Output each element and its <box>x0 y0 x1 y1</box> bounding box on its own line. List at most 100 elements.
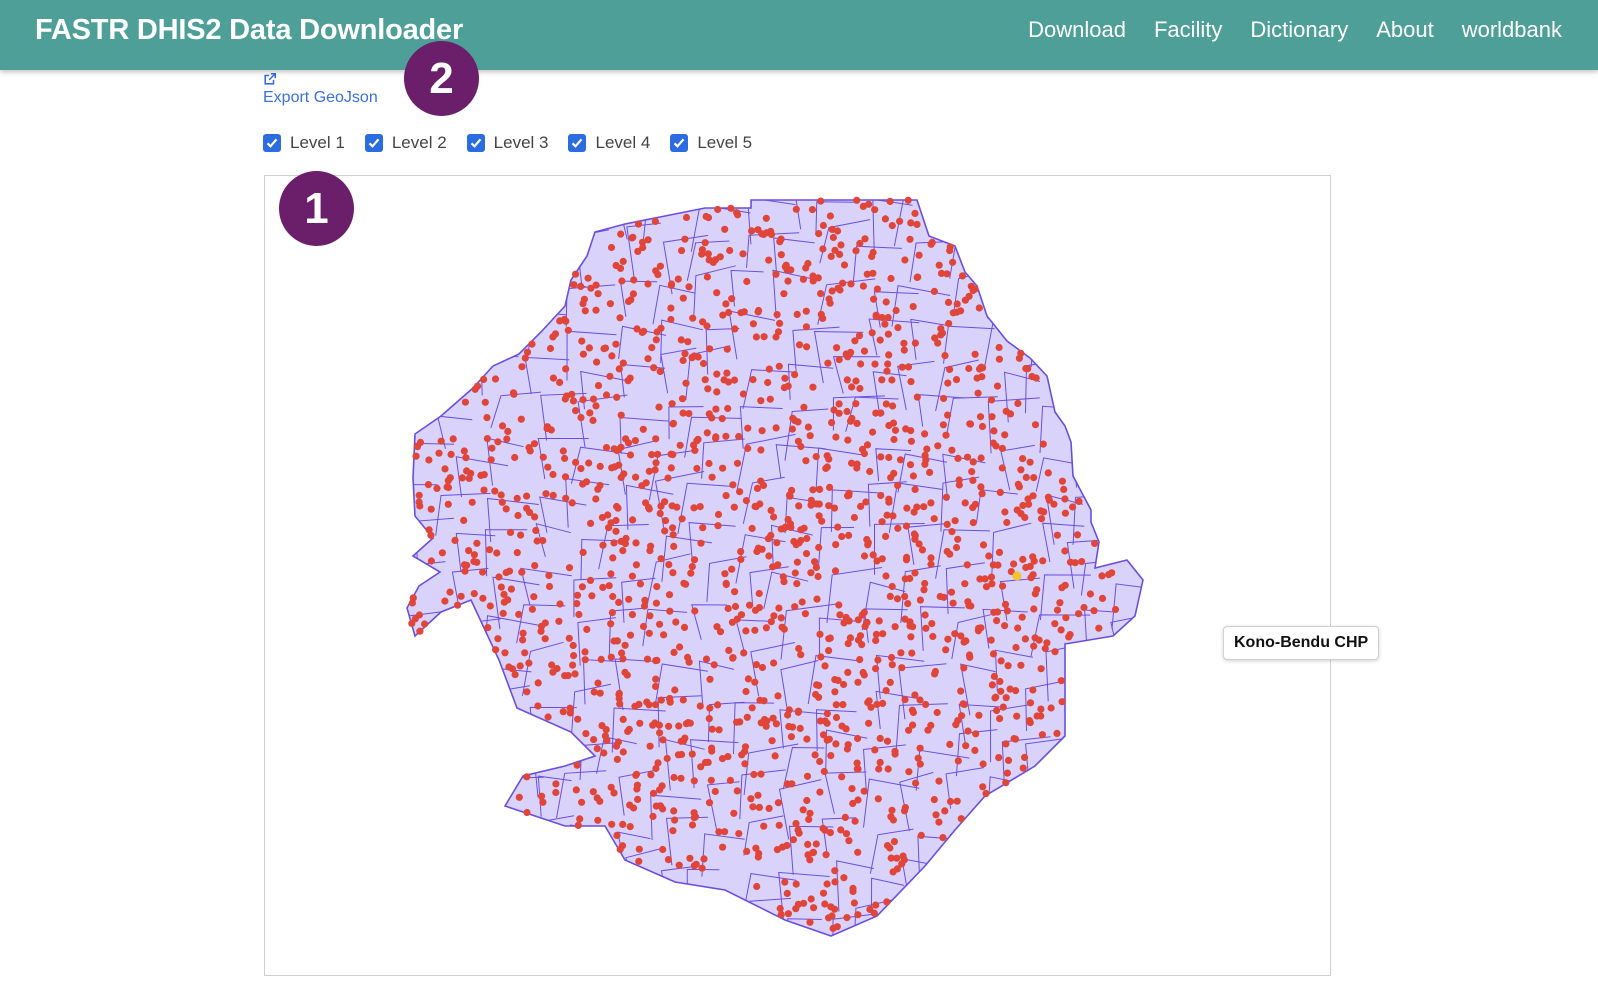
facility-point[interactable] <box>716 628 725 636</box>
facility-point[interactable] <box>451 536 459 544</box>
facility-point[interactable] <box>728 295 736 303</box>
facility-point[interactable] <box>883 737 892 745</box>
facility-point[interactable] <box>686 854 694 862</box>
facility-point[interactable] <box>909 708 918 717</box>
facility-point[interactable] <box>753 484 762 492</box>
facility-point[interactable] <box>618 842 627 850</box>
map-canvas[interactable] <box>265 176 1331 976</box>
facility-point[interactable] <box>708 747 716 755</box>
facility-point[interactable] <box>438 549 446 557</box>
facility-point[interactable] <box>705 459 713 468</box>
facility-point[interactable] <box>852 247 860 255</box>
facility-point[interactable] <box>639 425 647 433</box>
facility-point[interactable] <box>998 444 1007 452</box>
facility-point[interactable] <box>704 758 712 767</box>
facility-point[interactable] <box>491 487 499 495</box>
facility-point[interactable] <box>795 644 803 653</box>
facility-point[interactable] <box>570 652 578 660</box>
facility-point[interactable] <box>704 214 713 222</box>
facility-point[interactable] <box>801 610 810 618</box>
facility-point[interactable] <box>807 569 815 577</box>
facility-point[interactable] <box>999 582 1007 590</box>
facility-point[interactable] <box>1013 506 1021 514</box>
facility-point[interactable] <box>879 630 887 638</box>
facility-point[interactable] <box>713 388 721 396</box>
facility-point[interactable] <box>572 270 580 278</box>
facility-point[interactable] <box>772 333 780 341</box>
facility-point[interactable] <box>791 603 799 611</box>
facility-point[interactable] <box>1047 704 1055 712</box>
facility-point[interactable] <box>581 648 589 656</box>
facility-point[interactable] <box>792 541 800 549</box>
facility-point[interactable] <box>757 770 765 778</box>
facility-point[interactable] <box>953 797 961 805</box>
facility-point[interactable] <box>987 573 996 581</box>
facility-point[interactable] <box>901 696 909 704</box>
facility-point[interactable] <box>860 347 869 355</box>
facility-point[interactable] <box>993 617 1001 625</box>
facility-point[interactable] <box>776 319 784 327</box>
facility-point[interactable] <box>812 563 821 571</box>
facility-point[interactable] <box>907 219 915 227</box>
facility-point[interactable] <box>681 350 689 358</box>
facility-point[interactable] <box>921 430 929 438</box>
facility-point[interactable] <box>920 503 928 511</box>
facility-point[interactable] <box>1080 603 1088 612</box>
facility-point[interactable] <box>458 474 466 482</box>
facility-point[interactable] <box>885 453 893 462</box>
facility-point[interactable] <box>579 480 587 488</box>
facility-point[interactable] <box>910 508 918 516</box>
facility-point[interactable] <box>750 770 758 779</box>
facility-point[interactable] <box>706 704 714 712</box>
facility-point[interactable] <box>965 651 974 659</box>
facility-point[interactable] <box>806 856 814 864</box>
facility-point[interactable] <box>885 495 893 503</box>
facility-point[interactable] <box>1022 364 1030 373</box>
facility-point[interactable] <box>425 526 433 534</box>
facility-point[interactable] <box>865 200 873 208</box>
facility-point[interactable] <box>752 661 760 669</box>
facility-point[interactable] <box>825 647 833 655</box>
facility-point[interactable] <box>730 503 738 511</box>
facility-point[interactable] <box>957 815 965 823</box>
facility-point[interactable] <box>556 600 564 608</box>
facility-point[interactable] <box>787 523 795 531</box>
facility-point[interactable] <box>1029 571 1037 579</box>
facility-point[interactable] <box>886 844 894 852</box>
facility-point[interactable] <box>963 561 971 569</box>
checkbox-checked-icon[interactable] <box>263 134 281 152</box>
facility-point[interactable] <box>674 751 682 759</box>
facility-point[interactable] <box>773 539 781 547</box>
facility-point[interactable] <box>758 427 766 435</box>
facility-point[interactable] <box>898 664 906 672</box>
facility-point[interactable] <box>447 450 455 458</box>
facility-point[interactable] <box>651 217 659 225</box>
facility-point[interactable] <box>649 812 657 821</box>
facility-point[interactable] <box>643 655 652 663</box>
facility-point[interactable] <box>754 308 762 316</box>
facility-point[interactable] <box>847 280 855 288</box>
facility-point[interactable] <box>966 420 975 428</box>
facility-point[interactable] <box>848 383 856 391</box>
facility-point[interactable] <box>692 860 700 868</box>
facility-point[interactable] <box>1002 407 1010 415</box>
facility-point[interactable] <box>721 828 729 836</box>
facility-point[interactable] <box>871 746 879 754</box>
facility-point[interactable] <box>619 655 627 663</box>
highlighted-facility-point[interactable] <box>1012 571 1022 581</box>
facility-point[interactable] <box>863 441 872 449</box>
facility-point[interactable] <box>669 827 677 835</box>
facility-point[interactable] <box>816 630 824 638</box>
facility-point[interactable] <box>415 498 423 506</box>
facility-point[interactable] <box>747 795 755 803</box>
facility-point[interactable] <box>579 396 587 404</box>
facility-point[interactable] <box>795 502 803 510</box>
facility-point[interactable] <box>788 780 796 788</box>
facility-point[interactable] <box>642 479 650 487</box>
facility-point[interactable] <box>952 543 961 552</box>
facility-point[interactable] <box>843 407 851 416</box>
facility-point[interactable] <box>791 569 799 577</box>
facility-point[interactable] <box>814 572 822 581</box>
facility-point[interactable] <box>873 700 881 709</box>
facility-point[interactable] <box>752 503 760 511</box>
